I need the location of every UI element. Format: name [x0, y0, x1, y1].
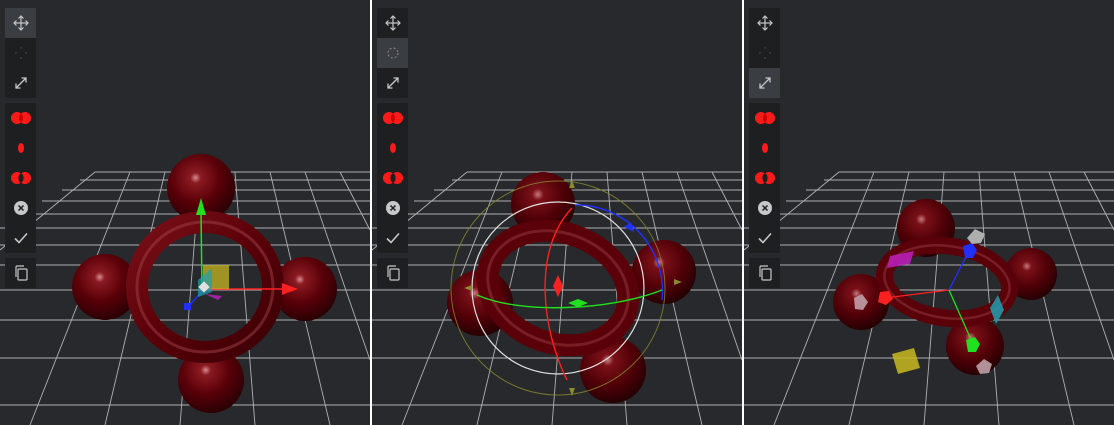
rotate-tool-button[interactable]	[5, 38, 36, 68]
intersect-button[interactable]	[377, 133, 408, 163]
confirm-button[interactable]	[749, 223, 780, 253]
copy-button[interactable]	[377, 258, 408, 288]
subtract-icon	[754, 172, 775, 184]
intersect-button[interactable]	[749, 133, 780, 163]
scale-tool-button[interactable]	[377, 68, 408, 98]
cancel-button[interactable]	[5, 193, 36, 223]
union-icon	[754, 112, 775, 124]
scale-arrows-icon	[386, 77, 399, 89]
scale-tool-button[interactable]	[5, 68, 36, 98]
confirm-check-icon	[757, 232, 772, 244]
copy-icon	[386, 265, 400, 281]
confirm-check-icon	[13, 232, 28, 244]
cancel-icon	[757, 201, 772, 215]
subtract-button[interactable]	[749, 163, 780, 193]
subtract-button[interactable]	[377, 163, 408, 193]
cancel-button[interactable]	[377, 193, 408, 223]
copy-icon	[14, 265, 28, 281]
move-tool-button[interactable]	[377, 8, 408, 38]
rotate-icon	[758, 47, 771, 59]
union-button[interactable]	[5, 103, 36, 133]
cancel-icon	[13, 201, 28, 215]
rotate-tool-button[interactable]	[377, 38, 408, 68]
copy-button[interactable]	[5, 258, 36, 288]
union-button[interactable]	[377, 103, 408, 133]
intersect-icon	[17, 143, 24, 153]
transform-tool-group	[749, 8, 780, 98]
scale-tool-button[interactable]	[749, 68, 780, 98]
confirm-button[interactable]	[5, 223, 36, 253]
move-arrows-icon	[12, 15, 29, 31]
move-tool-button[interactable]	[5, 8, 36, 38]
copy-icon	[758, 265, 772, 281]
move-arrows-icon	[756, 15, 773, 31]
copy-button[interactable]	[749, 258, 780, 288]
object-rings	[447, 172, 696, 403]
extra-tool-group	[377, 258, 408, 288]
toolbar	[377, 8, 408, 293]
confirm-check-icon	[385, 232, 400, 244]
union-button[interactable]	[749, 103, 780, 133]
transform-tool-group	[377, 8, 408, 98]
viewport-scale[interactable]	[744, 0, 1114, 425]
intersect-icon	[761, 143, 768, 153]
object-rings	[833, 199, 1057, 375]
viewport-rotate[interactable]	[372, 0, 742, 425]
subtract-icon	[382, 172, 403, 184]
transform-tool-group	[5, 8, 36, 98]
scale-arrows-icon	[758, 77, 771, 89]
boolean-tool-group	[5, 103, 36, 253]
cancel-button[interactable]	[749, 193, 780, 223]
boolean-tool-group	[377, 103, 408, 253]
intersect-button[interactable]	[5, 133, 36, 163]
confirm-button[interactable]	[377, 223, 408, 253]
union-icon	[382, 112, 403, 124]
subtract-button[interactable]	[5, 163, 36, 193]
cancel-icon	[385, 201, 400, 215]
toolbar	[5, 8, 36, 293]
toolbar	[749, 8, 780, 293]
scale-arrows-icon	[14, 77, 27, 89]
rotate-icon	[14, 47, 27, 59]
boolean-tool-group	[749, 103, 780, 253]
viewport-translate[interactable]	[0, 0, 370, 425]
union-icon	[10, 112, 31, 124]
subtract-icon	[10, 172, 31, 184]
move-tool-button[interactable]	[749, 8, 780, 38]
move-arrows-icon	[384, 15, 401, 31]
extra-tool-group	[749, 258, 780, 288]
rotate-tool-button[interactable]	[749, 38, 780, 68]
intersect-icon	[389, 143, 396, 153]
extra-tool-group	[5, 258, 36, 288]
rotate-icon	[387, 47, 398, 59]
